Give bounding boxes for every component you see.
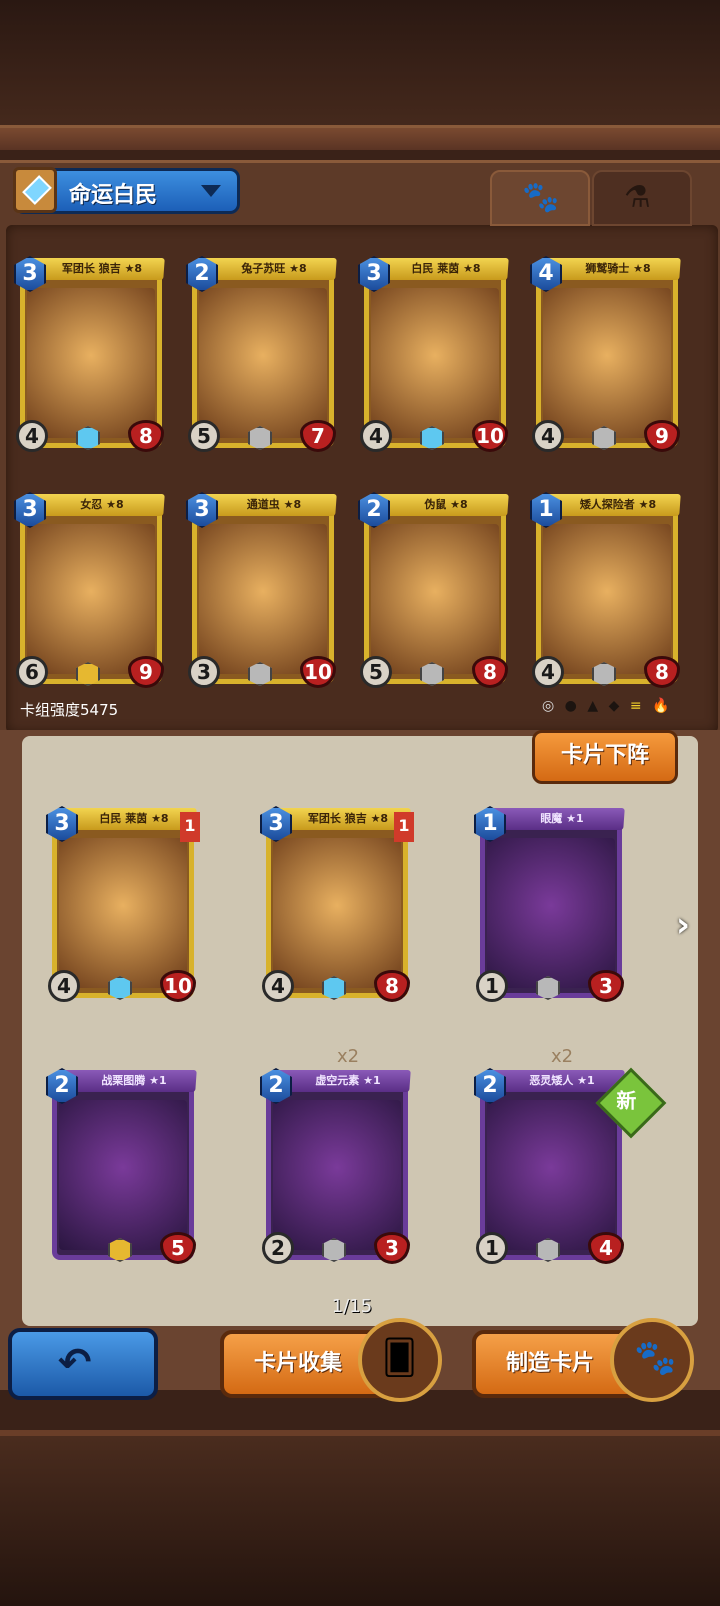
card-art xyxy=(371,524,499,674)
card-title: 狮鹫骑士 ★8 xyxy=(585,262,651,275)
card-health: 8 xyxy=(374,970,410,1002)
filter-type4-icon[interactable]: ≡ xyxy=(630,698,642,714)
card-title: 眼魔 ★1 xyxy=(540,812,584,825)
card-title: 虚空元素 ★1 xyxy=(315,1074,381,1087)
card-art xyxy=(27,288,155,438)
card-count-label: x2 xyxy=(336,1046,360,1067)
filter-fire-icon[interactable]: 🔥 xyxy=(652,698,669,714)
page-indicator: 1/15 xyxy=(331,1296,373,1317)
paw-jar-icon[interactable]: 🐾 xyxy=(610,1318,694,1402)
deck-strength-label: 卡组强度5475 xyxy=(20,701,119,719)
card[interactable]: 虚空元素 ★1 2 2 3 xyxy=(260,1068,411,1264)
card-art xyxy=(273,838,401,988)
card-title: 恶灵矮人 ★1 xyxy=(529,1074,595,1087)
deck-name: 命运白民 xyxy=(69,183,158,208)
tab-creatures[interactable]: 🐾 xyxy=(490,170,590,226)
card[interactable]: 女忍 ★8 3 6 9 xyxy=(14,492,165,688)
card-book-icon[interactable]: 🂠 xyxy=(358,1318,442,1402)
next-page-arrow-icon[interactable]: › xyxy=(676,905,696,945)
card-health: 10 xyxy=(300,656,336,688)
card-health: 9 xyxy=(644,420,680,452)
card-art xyxy=(273,1100,401,1250)
card-title: 通道虫 ★8 xyxy=(246,498,302,511)
top-wood-border xyxy=(0,0,720,150)
card-attack: 4 xyxy=(48,970,80,1002)
card-title: 兔子苏旺 ★8 xyxy=(241,262,307,275)
card-art xyxy=(543,524,671,674)
card-health: 7 xyxy=(300,420,336,452)
card[interactable]: 通道虫 ★8 3 3 10 xyxy=(186,492,337,688)
back-button[interactable]: ↶ xyxy=(8,1328,158,1400)
unequip-card-button[interactable]: 卡片下阵 xyxy=(532,730,678,784)
card[interactable]: 眼魔 ★1 1 1 3 xyxy=(474,806,625,1002)
filter-type2-icon[interactable]: ▲ xyxy=(587,698,598,714)
card-health: 4 xyxy=(588,1232,624,1264)
card-attack: 4 xyxy=(532,656,564,688)
card-attack: 5 xyxy=(188,420,220,452)
card-health: 10 xyxy=(472,420,508,452)
card-art xyxy=(543,288,671,438)
card-health: 8 xyxy=(472,656,508,688)
card-title: 白民 莱茵 ★8 xyxy=(411,262,481,275)
card-count-label: x2 xyxy=(550,1046,574,1067)
card-attack: 1 xyxy=(476,970,508,1002)
card-title: 军团长 狼吉 ★8 xyxy=(307,812,389,825)
card-attack: 4 xyxy=(16,420,48,452)
card[interactable]: 狮鹫骑士 ★8 4 4 9 xyxy=(530,256,681,452)
card-title: 军团长 狼吉 ★8 xyxy=(61,262,143,275)
deck-selector-dropdown[interactable]: 命运白民 xyxy=(13,167,240,214)
card-health: 5 xyxy=(160,1232,196,1264)
bottom-wood-border xyxy=(0,1430,720,1606)
card[interactable]: 伪鼠 ★8 2 5 8 xyxy=(358,492,509,688)
card-art xyxy=(487,1100,615,1250)
card[interactable]: 军团长 狼吉 ★8 3 4 8 xyxy=(14,256,165,452)
card-art xyxy=(199,288,327,438)
card-health: 8 xyxy=(644,656,680,688)
card-level: 1 xyxy=(394,812,414,842)
card[interactable]: 兔子苏旺 ★8 2 5 7 xyxy=(186,256,337,452)
card-art xyxy=(59,1100,187,1250)
card[interactable]: 白民 莱茵 ★8 3 4 10 xyxy=(358,256,509,452)
card-attack: 4 xyxy=(262,970,294,1002)
card-attack: 6 xyxy=(16,656,48,688)
card-health: 3 xyxy=(588,970,624,1002)
card-attack: 2 xyxy=(262,1232,294,1264)
card-attack: 4 xyxy=(532,420,564,452)
back-arrow-icon: ↶ xyxy=(58,1340,92,1386)
filter-type3-icon[interactable]: ◆ xyxy=(609,698,620,714)
card[interactable]: 战栗图腾 ★1 2 5 xyxy=(46,1068,197,1264)
card-level: 1 xyxy=(180,812,200,842)
card-art xyxy=(199,524,327,674)
card-title: 白民 莱茵 ★8 xyxy=(99,812,169,825)
potion-icon: ⚗ xyxy=(624,180,651,215)
card-title: 矮人探险者 ★8 xyxy=(579,498,657,511)
card-art xyxy=(27,524,155,674)
card-art xyxy=(371,288,499,438)
filter-all-icon[interactable]: ◎ xyxy=(542,698,554,714)
filter-type1-icon[interactable]: ● xyxy=(565,698,577,714)
card-attack: 1 xyxy=(476,1232,508,1264)
card-title: 女忍 ★8 xyxy=(80,498,124,511)
card-title: 战栗图腾 ★1 xyxy=(101,1074,167,1087)
card-attack: 3 xyxy=(188,656,220,688)
chevron-down-icon xyxy=(201,185,221,197)
card[interactable]: 军团长 狼吉 ★8 3 4 8 1 xyxy=(260,806,414,1002)
card-attack: 4 xyxy=(360,420,392,452)
paw-icon: 🐾 xyxy=(522,180,560,215)
card-health: 10 xyxy=(160,970,196,1002)
tab-potions[interactable]: ⚗ xyxy=(592,170,692,226)
card[interactable]: 矮人探险者 ★8 1 4 8 xyxy=(530,492,681,688)
card-health: 3 xyxy=(374,1232,410,1264)
card-health: 8 xyxy=(128,420,164,452)
card-art xyxy=(59,838,187,988)
card-art xyxy=(487,838,615,988)
card[interactable]: 白民 莱茵 ★8 3 4 10 1 xyxy=(46,806,200,1002)
card-attack: 5 xyxy=(360,656,392,688)
deck-book-icon xyxy=(13,167,57,213)
card-title: 伪鼠 ★8 xyxy=(424,498,468,511)
deck-filter-icons[interactable]: ◎ ● ▲ ◆ ≡ 🔥 xyxy=(542,698,675,714)
card-health: 9 xyxy=(128,656,164,688)
